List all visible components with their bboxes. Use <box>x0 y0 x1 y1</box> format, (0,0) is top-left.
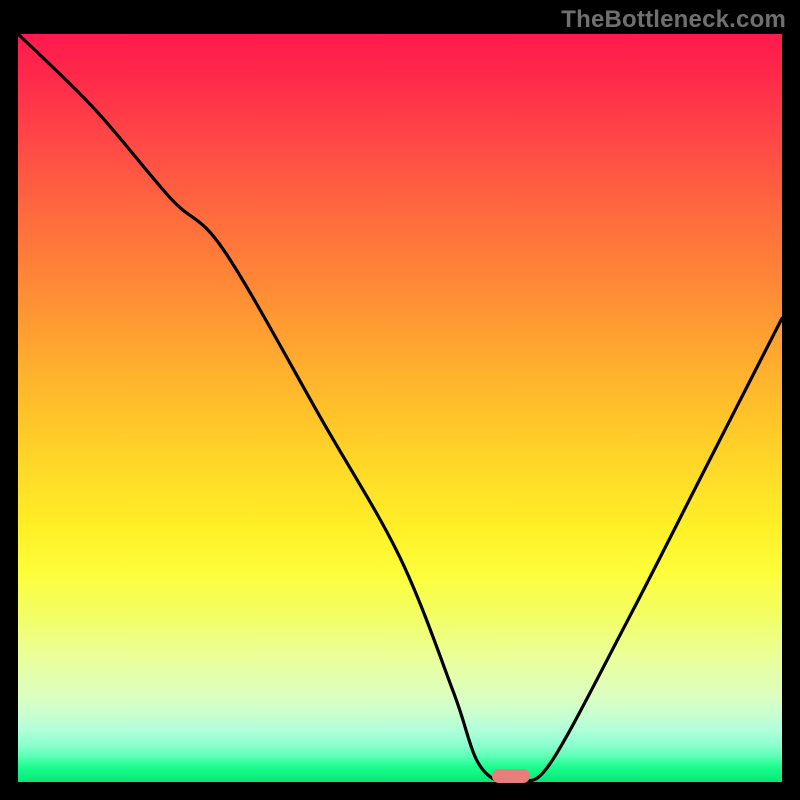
chart-frame: TheBottleneck.com <box>0 0 800 800</box>
highlight-marker <box>492 769 530 783</box>
watermark-text: TheBottleneck.com <box>561 6 786 34</box>
line-series <box>18 34 782 782</box>
plot-area <box>18 34 782 782</box>
